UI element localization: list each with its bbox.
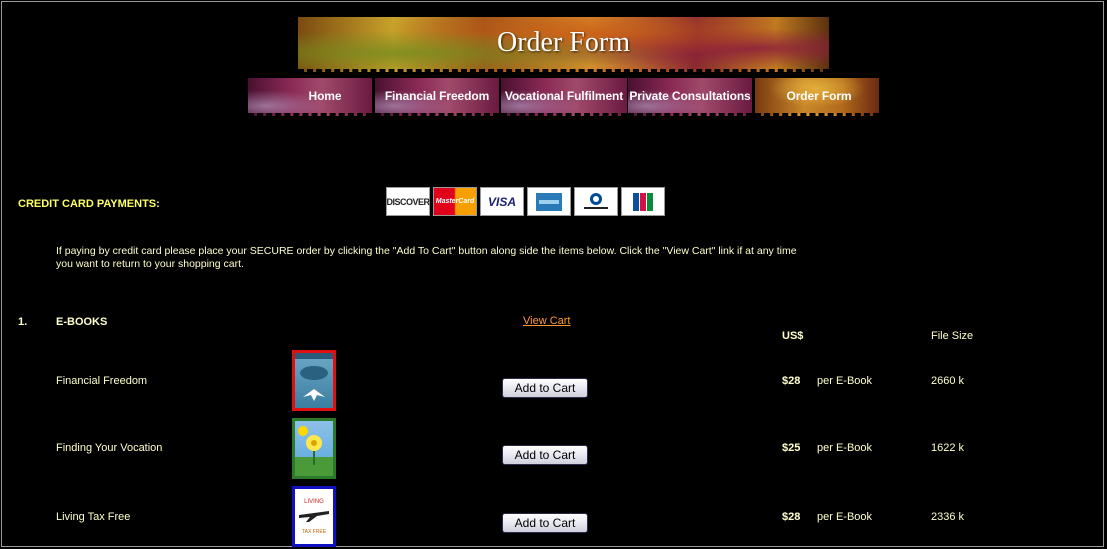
header-banner: Order Form — [298, 17, 829, 72]
nav-vocational-fulfilment[interactable]: Vocational Fulfilment — [501, 78, 627, 116]
price-unit: per E-Book — [817, 442, 873, 454]
diners-club-logo — [574, 187, 618, 216]
diners-club-icon — [584, 192, 608, 209]
page-title: Order Form — [497, 27, 630, 58]
price-unit: per E-Book — [817, 375, 873, 387]
section-number: 1. — [18, 316, 28, 328]
product-price: $28 — [782, 511, 801, 523]
price-unit: per E-Book — [817, 511, 873, 523]
jcb-logo — [621, 187, 665, 216]
file-size-column-header: File Size — [931, 330, 974, 342]
amex-icon — [536, 192, 562, 211]
svg-text:LIVING: LIVING — [304, 499, 324, 505]
nav-private-consultations[interactable]: Private Consultations — [628, 78, 752, 116]
view-cart-link[interactable]: View Cart — [523, 315, 570, 327]
american-express-logo — [527, 187, 571, 216]
book-cover-finding-your-vocation — [292, 418, 336, 479]
credit-card-payments-label: CREDIT CARD PAYMENTS: — [18, 198, 160, 210]
payment-instructions: If paying by credit card please place yo… — [56, 245, 797, 270]
product-price: $28 — [782, 375, 801, 387]
nav-home[interactable]: Home — [248, 78, 372, 116]
file-size: 1622 k — [931, 442, 965, 454]
visa-card-logo: VISA — [480, 187, 524, 216]
mastercard-logo: MasterCard — [433, 187, 477, 216]
product-title: Living Tax Free — [56, 511, 131, 523]
product-title: Finding Your Vocation — [56, 442, 163, 454]
discover-card-logo: DISCOVER — [386, 187, 430, 216]
product-price: $25 — [782, 442, 801, 454]
airplane-icon: LIVING TAX FREE — [299, 499, 329, 535]
book-cover-living-tax-free: LIVING TAX FREE — [292, 486, 336, 547]
jcb-icon — [633, 192, 653, 211]
book-cover-financial-freedom — [292, 350, 336, 411]
flower-icon — [298, 426, 322, 465]
nav-order-form[interactable]: Order Form — [755, 78, 879, 116]
add-to-cart-button[interactable]: Add to Cart — [502, 378, 588, 398]
section-title: E-BOOKS — [56, 316, 108, 328]
add-to-cart-button[interactable]: Add to Cart — [502, 445, 588, 465]
product-title: Financial Freedom — [56, 375, 148, 387]
file-size: 2336 k — [931, 511, 965, 523]
add-to-cart-button[interactable]: Add to Cart — [502, 513, 588, 533]
svg-text:TAX FREE: TAX FREE — [302, 529, 327, 535]
file-size: 2660 k — [931, 375, 965, 387]
price-column-header: US$ — [782, 330, 804, 342]
nav-financial-freedom[interactable]: Financial Freedom — [375, 78, 499, 116]
dove-icon — [295, 353, 333, 401]
